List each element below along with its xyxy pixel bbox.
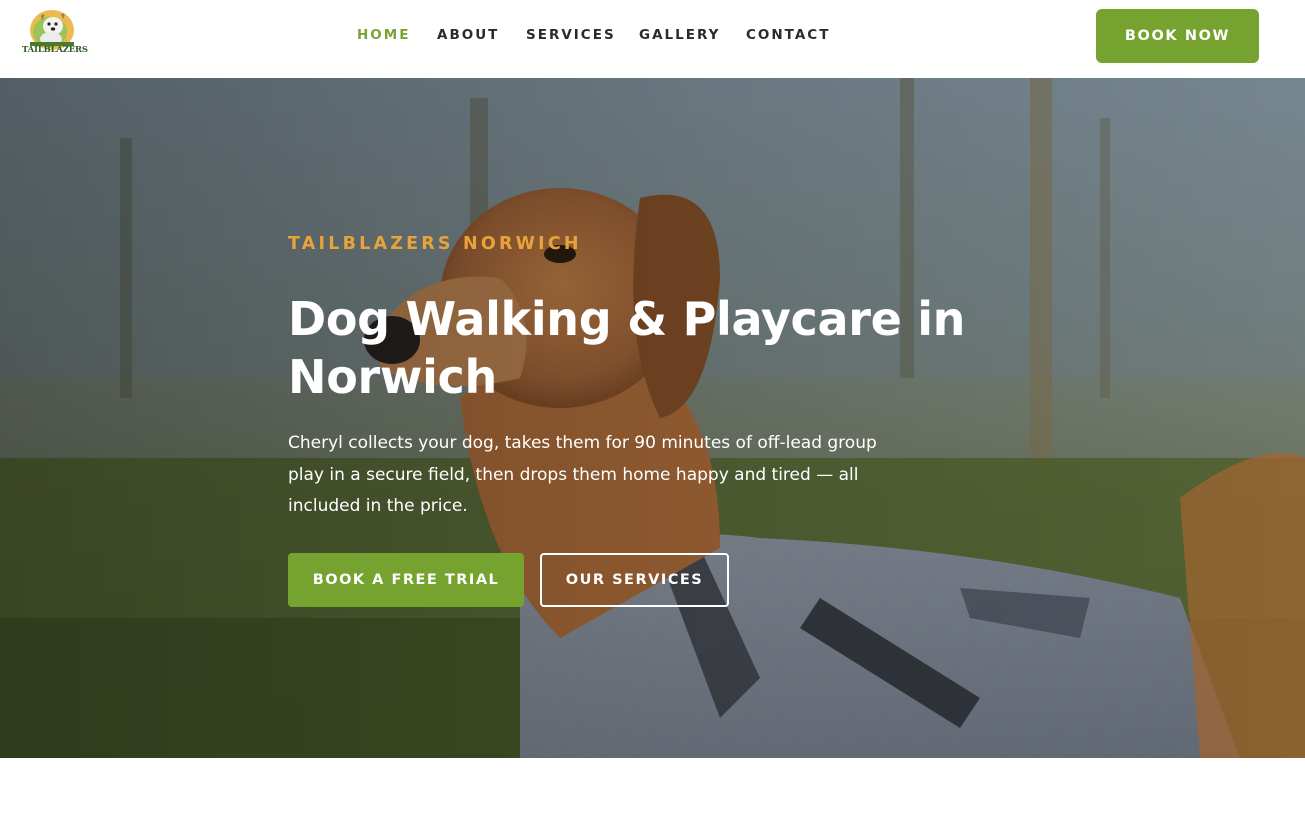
hero-overlay: [0, 78, 1305, 758]
hero-section: [0, 78, 1305, 758]
hero-eyebrow: TAILBLAZERS NORWICH: [288, 234, 582, 254]
site-header: TAILBLAZERS HOME ABOUT SERVICES GALLERY …: [0, 0, 1305, 78]
nav-services[interactable]: SERVICES: [526, 27, 616, 43]
our-services-button[interactable]: OUR SERVICES: [540, 553, 729, 607]
nav-home[interactable]: HOME: [357, 27, 410, 43]
nav-contact[interactable]: CONTACT: [746, 27, 830, 43]
logo[interactable]: [20, 6, 84, 64]
logo-wordmark: TAILBLAZERS: [22, 45, 88, 55]
hero-headline: Dog Walking & Playcare in Norwich: [288, 292, 966, 404]
logo-icon: [30, 10, 74, 50]
nav-about[interactable]: ABOUT: [437, 27, 499, 43]
nav-gallery[interactable]: GALLERY: [639, 27, 720, 43]
book-free-trial-button[interactable]: BOOK A FREE TRIAL: [288, 553, 524, 607]
book-now-button[interactable]: BOOK NOW: [1096, 9, 1259, 63]
hero-lead: Cheryl collects your dog, takes them for…: [288, 433, 877, 516]
